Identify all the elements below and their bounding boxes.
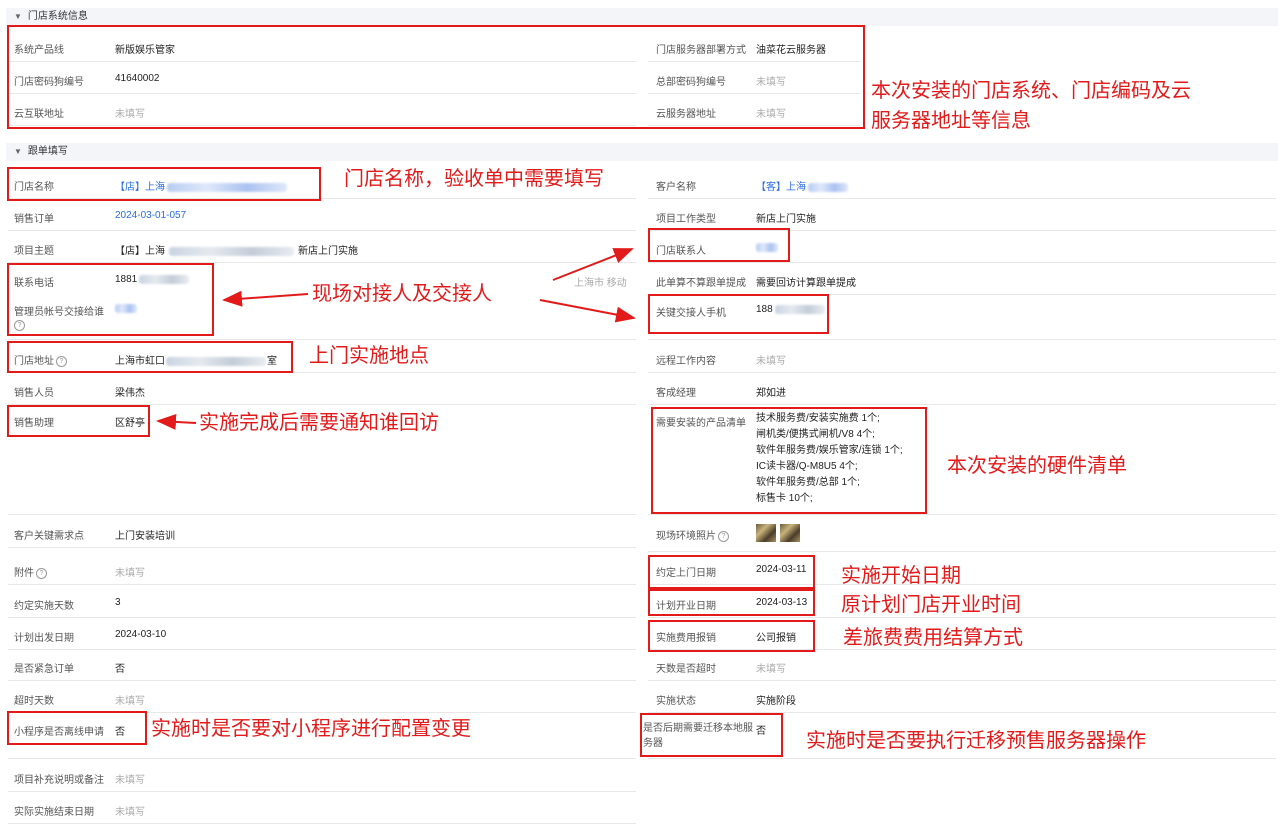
annotation-contacts: 现场对接人及交接人 xyxy=(312,281,492,305)
annotation-migrate: 实施时是否要执行迁移预售服务器操作 xyxy=(806,728,1146,752)
annotation-arrows xyxy=(156,248,636,430)
annotation-assistant: 实施完成后需要通知谁回访 xyxy=(199,410,439,434)
annotation-expense: 差旅费费用结算方式 xyxy=(843,625,1023,649)
annotation-mini-program: 实施时是否要对小程序进行配置变更 xyxy=(151,716,471,740)
arrow-to-assistant xyxy=(156,413,197,430)
annotation-open-date: 原计划门店开业时间 xyxy=(841,592,1021,616)
arrow-to-contacts xyxy=(222,290,309,307)
annotation-store-name: 门店名称，验收单中需要填写 xyxy=(344,166,604,190)
arrow-to-key-contact xyxy=(539,299,636,323)
annotation-address: 上门实施地点 xyxy=(309,343,429,367)
annotation-hardware: 本次安装的硬件清单 xyxy=(947,453,1127,477)
annotation-start-date: 实施开始日期 xyxy=(841,563,961,587)
arrow-to-store-contact xyxy=(552,248,634,281)
